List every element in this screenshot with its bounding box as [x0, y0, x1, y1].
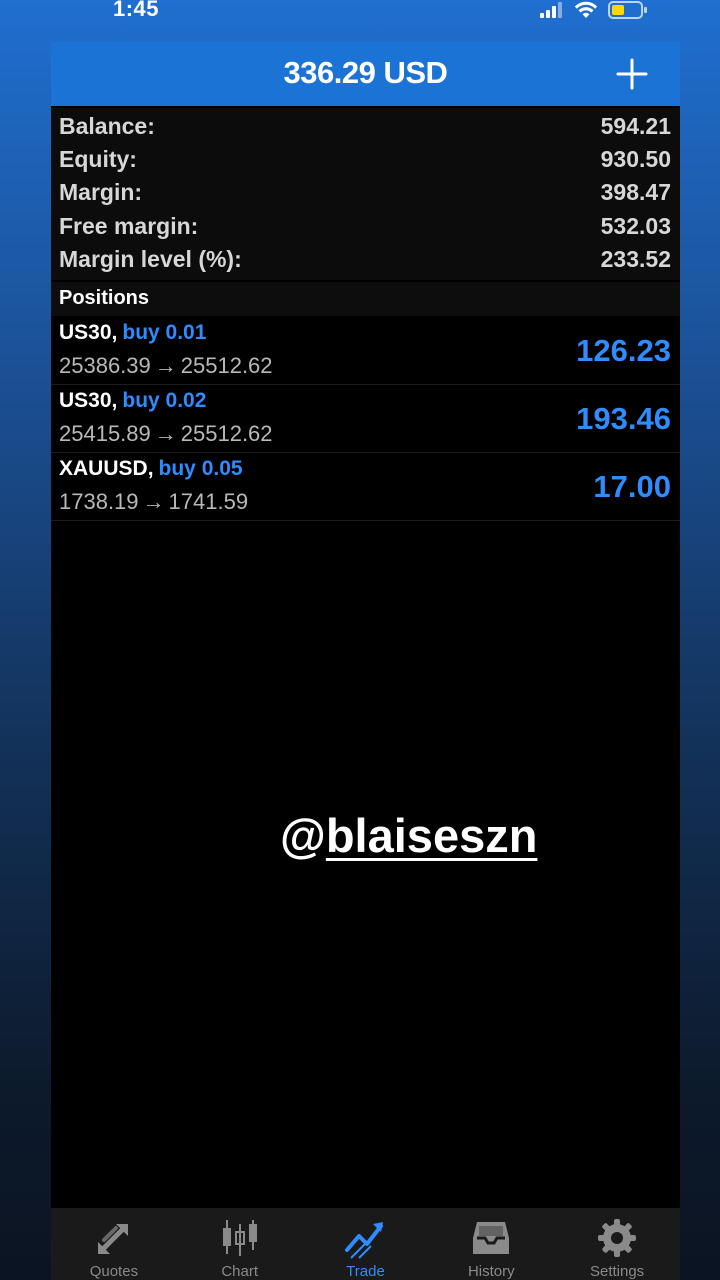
trend-icon	[345, 1222, 384, 1259]
position-header: US30, buy 0.02	[59, 389, 206, 413]
position-row[interactable]: US30, buy 0.01 25386.39 → 25512.62 126.23	[51, 317, 680, 385]
tab-label: History	[467, 1263, 515, 1280]
arrow-right-icon: →	[154, 353, 177, 378]
position-prices: 25415.89 → 25512.62	[59, 421, 273, 447]
header-bar: 336.29 USD	[51, 42, 680, 106]
current-price: 25512.62	[180, 421, 273, 446]
status-time: 1:45	[113, 0, 160, 21]
position-row[interactable]: XAUUSD, buy 0.05 1738.19 → 1741.59 17.00	[51, 453, 680, 521]
position-type: buy 0.05	[158, 457, 243, 480]
position-symbol: XAUUSD	[59, 457, 148, 480]
add-order-button[interactable]	[614, 56, 650, 92]
app-screen: 336.29 USD Balance: 594.21 Equity: 930.5…	[51, 42, 680, 1280]
tab-label: Quotes	[89, 1263, 139, 1280]
position-header: XAUUSD, buy 0.05	[59, 457, 243, 481]
tab-chart[interactable]: Chart	[177, 1208, 303, 1280]
tab-trade[interactable]: Trade	[303, 1208, 429, 1280]
username-sticker: @blaiseszn	[280, 808, 537, 863]
margin-level-label: Margin level (%):	[59, 246, 242, 272]
summary-row-equity: Equity: 930.50	[51, 143, 680, 176]
balance-label: Balance:	[59, 113, 155, 139]
free-margin-label: Free margin:	[59, 213, 199, 239]
arrow-right-icon: →	[154, 421, 177, 446]
position-prices: 25386.39 → 25512.62	[59, 353, 273, 379]
position-symbol: US30	[59, 321, 112, 344]
current-price: 25512.62	[180, 353, 273, 378]
position-row[interactable]: US30, buy 0.02 25415.89 → 25512.62 193.46	[51, 385, 680, 453]
open-price: 1738.19	[59, 489, 139, 514]
equity-label: Equity:	[59, 146, 137, 172]
quotes-arrows-icon	[97, 1224, 128, 1254]
status-bar: 1:45	[0, 0, 720, 30]
plus-icon	[616, 58, 648, 90]
summary-row-free-margin: Free margin: 532.03	[51, 210, 680, 243]
tab-label: Trade	[346, 1263, 385, 1280]
open-price: 25415.89	[59, 421, 151, 446]
tab-quotes[interactable]: Quotes	[51, 1208, 177, 1280]
gear-icon	[598, 1219, 637, 1257]
free-margin-value: 532.03	[600, 213, 671, 239]
balance-value: 594.21	[600, 113, 671, 139]
open-price: 25386.39	[59, 353, 151, 378]
username-handle: blaiseszn	[325, 809, 538, 862]
position-header: US30, buy 0.01	[59, 321, 206, 345]
position-prices: 1738.19 → 1741.59	[59, 489, 248, 515]
cellular-signal-icon	[540, 2, 562, 18]
tab-history[interactable]: History	[428, 1208, 554, 1280]
position-separator: ,	[147, 457, 154, 480]
header-title: 336.29 USD	[283, 55, 448, 90]
position-symbol: US30	[59, 389, 112, 412]
positions-section-header: Positions	[51, 282, 680, 316]
battery-icon	[608, 1, 647, 19]
current-price: 1741.59	[168, 489, 249, 514]
tab-settings[interactable]: Settings	[554, 1208, 680, 1280]
account-summary: Balance: 594.21 Equity: 930.50 Margin: 3…	[51, 108, 680, 280]
position-profit: 17.00	[593, 469, 671, 504]
bottom-tab-bar: Quotes Chart Trade History Settings	[51, 1208, 680, 1280]
summary-row-margin: Margin: 398.47	[51, 176, 680, 209]
tab-label: Settings	[589, 1263, 645, 1280]
margin-label: Margin:	[59, 179, 143, 205]
summary-row-balance: Balance: 594.21	[51, 110, 680, 143]
margin-level-value: 233.52	[600, 246, 671, 272]
at-sign: @	[280, 809, 326, 862]
wifi-icon	[574, 1, 598, 18]
arrow-right-icon: →	[142, 489, 165, 514]
candlestick-icon	[222, 1220, 257, 1256]
status-icons	[540, 0, 648, 20]
inbox-icon	[473, 1222, 510, 1254]
equity-value: 930.50	[600, 146, 671, 172]
tab-label: Chart	[221, 1263, 259, 1280]
position-type: buy 0.01	[122, 321, 207, 344]
position-separator: ,	[111, 389, 118, 412]
position-profit: 126.23	[576, 333, 671, 368]
position-type: buy 0.02	[122, 389, 207, 412]
positions-title: Positions	[59, 287, 150, 309]
position-separator: ,	[111, 321, 118, 344]
position-profit: 193.46	[576, 401, 671, 436]
margin-value: 398.47	[600, 179, 671, 205]
summary-row-margin-level: Margin level (%): 233.52	[51, 243, 680, 276]
